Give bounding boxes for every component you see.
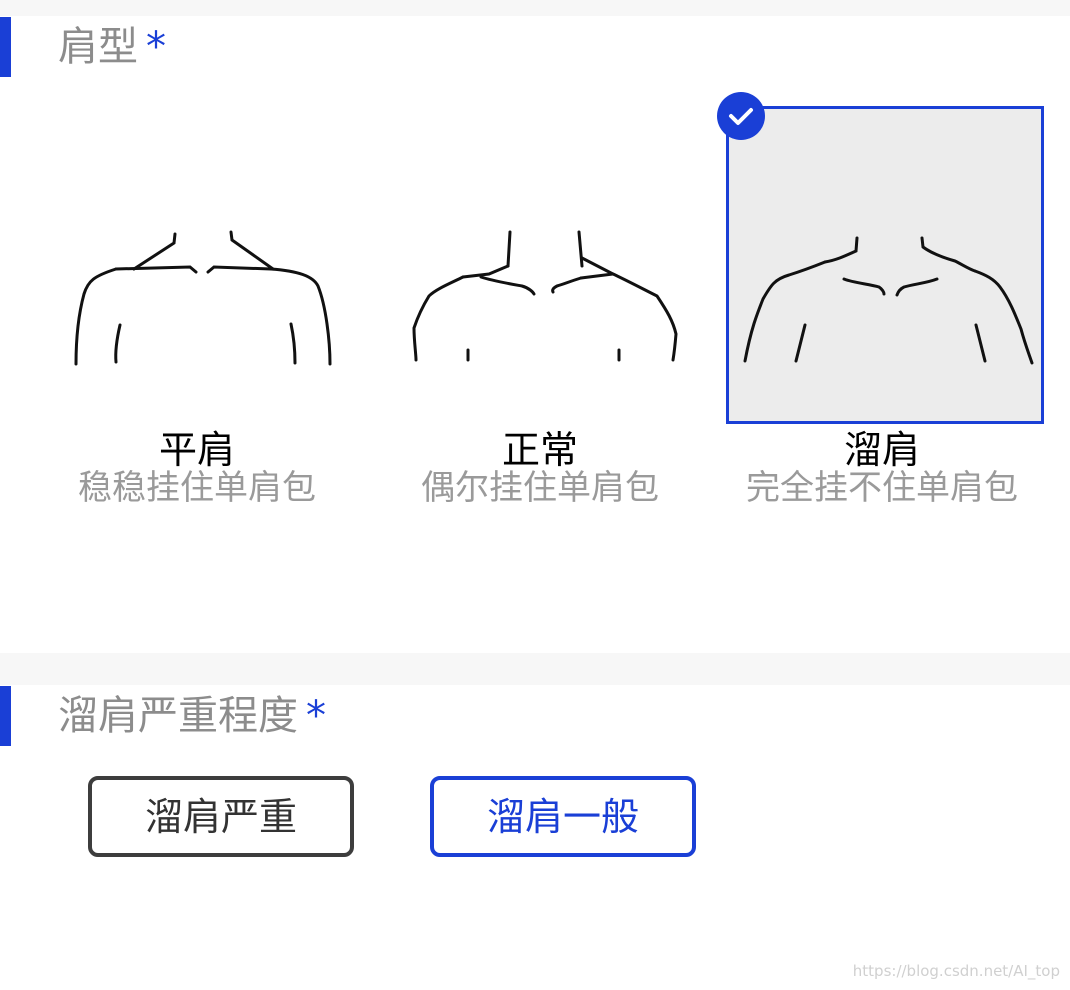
selected-check-badge xyxy=(717,92,765,140)
flat-shoulder-illustration xyxy=(74,230,332,366)
option-desc-flat: 稳稳挂住单肩包 xyxy=(78,468,316,508)
option-desc-sloping: 完全挂不住单肩包 xyxy=(746,468,1018,508)
option-desc-normal: 偶尔挂住单肩包 xyxy=(421,468,659,508)
section-title: 肩型 * xyxy=(58,17,166,77)
section-accent-bar xyxy=(0,686,11,746)
section-divider-strip xyxy=(0,653,1070,685)
shoulder-section-header: 肩型 * xyxy=(0,17,1070,77)
section-accent-bar xyxy=(0,17,11,77)
option-flat-shoulder[interactable] xyxy=(38,106,356,424)
option-label-flat: 平肩 xyxy=(158,428,235,472)
option-label-sloping: 溜肩 xyxy=(843,428,920,472)
required-mark: * xyxy=(146,24,166,70)
shoulder-title-text: 肩型 xyxy=(58,24,138,70)
normal-shoulder-illustration xyxy=(412,230,678,362)
severity-section-header: 溜肩严重程度 * xyxy=(0,686,1070,746)
required-mark: * xyxy=(306,693,326,739)
checkmark-icon xyxy=(729,108,753,125)
severity-option-moderate[interactable]: 溜肩一般 xyxy=(430,776,696,857)
option-sloping-shoulder[interactable] xyxy=(726,106,1044,424)
watermark-text: https://blog.csdn.net/AI_top xyxy=(852,962,1060,980)
sloping-shoulder-illustration xyxy=(743,236,1034,365)
option-normal-shoulder[interactable] xyxy=(381,106,699,424)
section-title: 溜肩严重程度 * xyxy=(58,686,326,746)
severity-option-severe[interactable]: 溜肩严重 xyxy=(88,776,354,857)
top-gap-strip xyxy=(0,0,1070,16)
option-label-normal: 正常 xyxy=(501,428,578,472)
severity-title-text: 溜肩严重程度 xyxy=(58,693,298,739)
